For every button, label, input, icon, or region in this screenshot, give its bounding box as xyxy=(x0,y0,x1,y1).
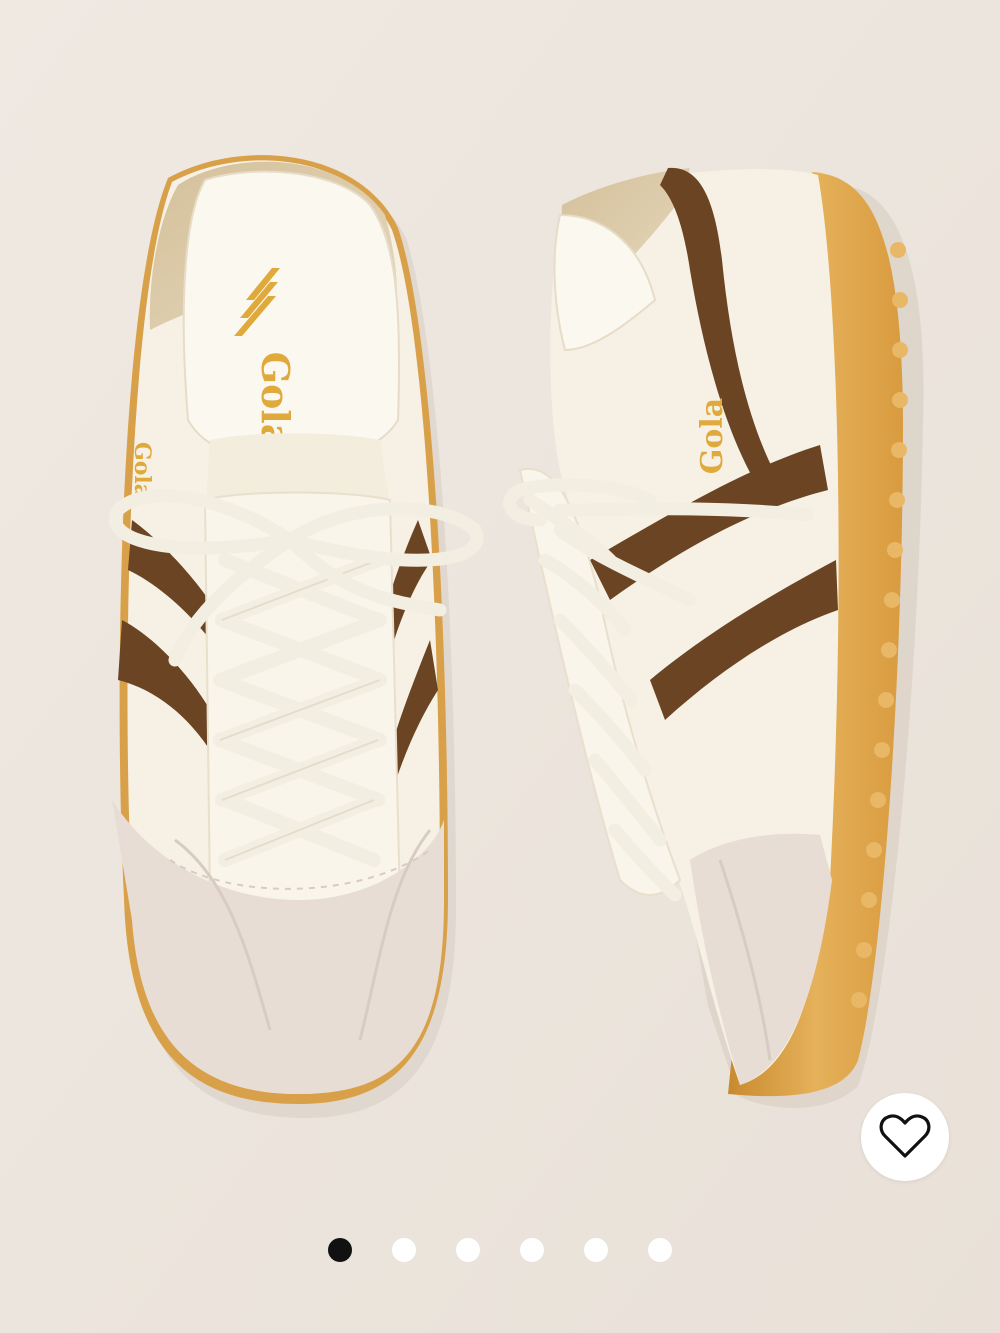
side-brand-text-right: Gola xyxy=(695,398,730,474)
product-gallery: Gola Gola Gola xyxy=(0,0,1000,1333)
carousel-dot-6[interactable] xyxy=(648,1238,672,1262)
carousel-dot-5[interactable] xyxy=(584,1238,608,1262)
side-brand-text: Gola xyxy=(129,442,155,498)
product-image[interactable]: Gola Gola Gola xyxy=(0,0,1000,1333)
carousel-pagination xyxy=(0,1237,1000,1263)
carousel-dot-4[interactable] xyxy=(520,1238,544,1262)
carousel-dot-1[interactable] xyxy=(328,1238,352,1262)
carousel-dot-3[interactable] xyxy=(456,1238,480,1262)
heart-outline-icon xyxy=(879,1114,931,1158)
carousel-dot-2[interactable] xyxy=(392,1238,416,1262)
wishlist-button[interactable] xyxy=(861,1093,949,1181)
sneaker-pair-photo: Gola Gola Gola xyxy=(0,0,1000,1333)
